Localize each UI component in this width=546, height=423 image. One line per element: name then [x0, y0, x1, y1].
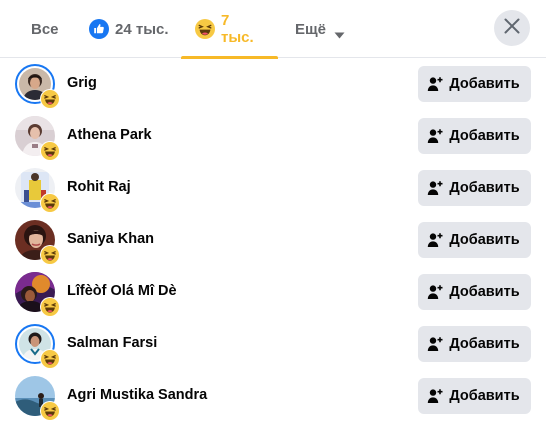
add-friend-label: Добавить — [449, 180, 520, 196]
tab-haha[interactable]: 7 тыс. — [181, 0, 278, 59]
reactions-tab-bar: Все 24 тыс. 7 тыс. Ещё — [0, 0, 546, 59]
list-item: Agri Mustika Sandra Добавить — [0, 370, 546, 422]
list-item: Rohit Raj Добавить — [0, 162, 546, 214]
add-friend-icon — [427, 284, 443, 300]
reactor-name[interactable]: Salman Farsi — [67, 335, 157, 351]
add-friend-button[interactable]: Добавить — [418, 66, 531, 102]
reactor-name[interactable]: Agri Mustika Sandra — [67, 387, 207, 403]
add-friend-label: Добавить — [449, 128, 520, 144]
add-friend-label: Добавить — [449, 232, 520, 248]
reactor-list: Grig Добавить Athena Park Добавить Rohit… — [0, 58, 546, 422]
haha-reaction-icon — [40, 89, 60, 109]
reactor-name[interactable]: Lîfèòf Olá Mî Dè — [67, 283, 177, 299]
like-reaction-icon — [89, 19, 109, 39]
add-friend-label: Добавить — [449, 336, 520, 352]
tab-more-label: Ещё — [295, 20, 327, 38]
avatar[interactable] — [15, 220, 60, 265]
avatar[interactable] — [15, 64, 60, 109]
avatar[interactable] — [15, 324, 60, 369]
list-item: Salman Farsi Добавить — [0, 318, 546, 370]
close-icon — [503, 17, 521, 40]
add-friend-button[interactable]: Добавить — [418, 222, 531, 258]
haha-reaction-icon — [40, 297, 60, 317]
avatar[interactable] — [15, 116, 60, 161]
tab-haha-count: 7 тыс. — [221, 12, 254, 46]
avatar[interactable] — [15, 376, 60, 421]
add-friend-button[interactable]: Добавить — [418, 378, 531, 414]
tab-more[interactable]: Ещё — [286, 0, 354, 58]
add-friend-icon — [427, 232, 443, 248]
reactor-name[interactable]: Rohit Raj — [67, 179, 131, 195]
add-friend-icon — [427, 180, 443, 196]
haha-reaction-icon — [40, 349, 60, 369]
tab-like-count: 24 тыс. — [115, 20, 169, 38]
add-friend-label: Добавить — [449, 284, 520, 300]
chevron-down-icon — [334, 26, 345, 38]
list-item: Saniya Khan Добавить — [0, 214, 546, 266]
reactor-name[interactable]: Athena Park — [67, 127, 152, 143]
add-friend-button[interactable]: Добавить — [418, 326, 531, 362]
list-item: Lîfèòf Olá Mî Dè Добавить — [0, 266, 546, 318]
haha-reaction-icon — [40, 141, 60, 161]
haha-reaction-icon — [195, 19, 215, 39]
add-friend-icon — [427, 76, 443, 92]
add-friend-icon — [427, 128, 443, 144]
reactor-name[interactable]: Grig — [67, 75, 97, 91]
add-friend-button[interactable]: Добавить — [418, 118, 531, 154]
haha-reaction-icon — [40, 401, 60, 421]
tab-all-label: Все — [31, 20, 59, 38]
add-friend-label: Добавить — [449, 388, 520, 404]
add-friend-icon — [427, 388, 443, 404]
reactor-name[interactable]: Saniya Khan — [67, 231, 154, 247]
avatar[interactable] — [15, 272, 60, 317]
tab-like[interactable]: 24 тыс. — [80, 0, 178, 58]
list-item: Grig Добавить — [0, 58, 546, 110]
add-friend-button[interactable]: Добавить — [418, 274, 531, 310]
haha-reaction-icon — [40, 245, 60, 265]
add-friend-icon — [427, 336, 443, 352]
add-friend-label: Добавить — [449, 76, 520, 92]
avatar[interactable] — [15, 168, 60, 213]
haha-reaction-icon — [40, 193, 60, 213]
list-item: Athena Park Добавить — [0, 110, 546, 162]
close-button[interactable] — [494, 10, 530, 46]
tab-all[interactable]: Все — [22, 0, 68, 58]
add-friend-button[interactable]: Добавить — [418, 170, 531, 206]
